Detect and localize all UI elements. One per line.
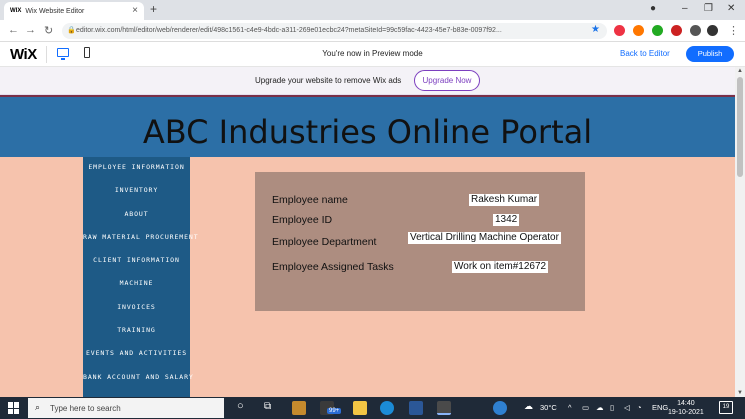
page-scrollbar[interactable]: ▲ ▼ [735, 67, 745, 397]
upgrade-now-button[interactable]: Upgrade Now [414, 70, 480, 91]
site-menu: EMPLOYEE INFORMATION INVENTORY ABOUT RAW… [83, 157, 198, 397]
volume-icon[interactable]: ◁ [624, 403, 630, 412]
reload-icon[interactable]: ↻ [44, 24, 53, 37]
close-tab-icon[interactable]: × [132, 5, 138, 16]
browser-tab[interactable]: WIX Wix Website Editor × [4, 2, 144, 20]
search-icon: ⌕ [35, 402, 41, 412]
menu-item-about[interactable]: ABOUT [83, 210, 190, 218]
extension-icon[interactable] [633, 25, 644, 36]
employee-tasks-value: Work on item#12672 [452, 261, 549, 273]
tab-title: Wix Website Editor [25, 7, 85, 15]
action-center-icon[interactable]: 19 [719, 401, 733, 414]
back-to-editor-link[interactable]: Back to Editor [620, 49, 670, 58]
scrollbar-thumb[interactable] [737, 77, 743, 177]
menu-item-events-and-activities[interactable]: EVENTS AND ACTIVITIES [83, 349, 190, 357]
search-placeholder: Type here to search [50, 404, 121, 413]
wix-editor-bar: WiX You're now in Preview mode Back to E… [0, 42, 745, 67]
upgrade-text: Upgrade your website to remove Wix ads [255, 76, 402, 85]
maximize-icon[interactable]: ❐ [704, 3, 713, 14]
lock-icon: 🔒 [67, 27, 76, 34]
puzzle-icon[interactable] [690, 25, 701, 36]
upgrade-banner: Upgrade your website to remove Wix ads U… [0, 67, 735, 95]
store-icon[interactable] [292, 401, 306, 415]
taskbar-search-input[interactable]: ⌕ Type here to search [28, 398, 224, 418]
battery-icon[interactable]: ▯ [610, 403, 614, 412]
cortana-icon[interactable]: ○ [237, 400, 244, 412]
employee-name-label: Employee name [272, 194, 348, 206]
extension-icon[interactable] [671, 25, 682, 36]
clock-date: 19-10-2021 [668, 409, 704, 416]
back-arrow-icon[interactable]: ← [8, 24, 19, 36]
word-icon[interactable] [409, 401, 423, 415]
employee-department-label: Employee Department [272, 236, 377, 248]
scroll-down-icon[interactable]: ▼ [737, 390, 743, 396]
minimize-icon[interactable]: – [682, 3, 688, 14]
menu-item-inventory[interactable]: INVENTORY [83, 186, 190, 194]
extension-icon[interactable] [652, 25, 663, 36]
close-window-icon[interactable]: ✕ [727, 3, 735, 14]
avatar[interactable] [707, 25, 718, 36]
menu-item-invoices[interactable]: INVOICES [83, 303, 190, 311]
menu-item-employee-information[interactable]: EMPLOYEE INFORMATION [83, 163, 190, 171]
page-title: ABC Industries Online Portal [142, 113, 593, 151]
menu-item-raw-material-procurement[interactable]: RAW MATERIAL PROCUREMENT [83, 233, 198, 241]
weather-cloud-icon: ☁ [524, 401, 533, 411]
temperature: 30°C [540, 403, 557, 412]
publish-button[interactable]: Publish [686, 46, 734, 62]
forward-arrow-icon[interactable]: → [25, 24, 36, 36]
employee-id-value: 1342 [493, 214, 520, 226]
url-input[interactable]: 🔒 editor.wix.com/html/editor/web/rendere… [62, 23, 607, 39]
browser-tab-bar: WIX Wix Website Editor × + ● – ❐ ✕ [0, 0, 745, 20]
menu-item-bank-account-and-salary[interactable]: BANK ACCOUNT AND SALARY [83, 373, 193, 381]
scroll-up-icon[interactable]: ▲ [737, 68, 743, 74]
profile-dot-icon[interactable]: ● [650, 3, 656, 14]
employee-card: Employee name Rakesh Kumar Employee ID 1… [255, 172, 585, 311]
address-bar: ← → ↻ 🔒 editor.wix.com/html/editor/web/r… [0, 20, 745, 42]
notification-badge: 99+ [327, 408, 342, 414]
wifi-icon[interactable]: ◔ [637, 403, 642, 412]
windows-taskbar: ⌕ Type here to search ○ ⧉ 99+ ☁ 30°C ^ ▭… [0, 397, 745, 419]
file-explorer-icon[interactable] [353, 401, 367, 415]
bookmark-star-icon[interactable]: ★ [591, 24, 600, 35]
site-canvas: ABC Industries Online Portal EMPLOYEE IN… [0, 95, 735, 397]
onedrive-icon[interactable]: ☁ [596, 403, 604, 412]
url-text: editor.wix.com/html/editor/web/renderer/… [76, 27, 502, 34]
edge-icon[interactable] [380, 401, 394, 415]
menu-item-training[interactable]: TRAINING [83, 326, 190, 334]
clock-time: 14:40 [677, 400, 695, 407]
employee-id-label: Employee ID [272, 214, 333, 226]
menu-item-machine[interactable]: MACHINE [83, 279, 190, 287]
employee-department-value: Vertical Drilling Machine Operator [408, 232, 561, 244]
employee-tasks-label: Employee Assigned Tasks [272, 261, 394, 273]
employee-name-value: Rakesh Kumar [469, 194, 540, 206]
task-view-icon[interactable]: ⧉ [264, 401, 271, 412]
extension-icon[interactable] [614, 25, 625, 36]
menu-dots-icon[interactable]: ⋮ [728, 24, 739, 37]
menu-item-client-information[interactable]: CLIENT INFORMATION [83, 256, 190, 264]
wix-favicon-icon: WIX [10, 8, 22, 14]
chrome-icon[interactable] [437, 401, 451, 415]
language-indicator[interactable]: ENG [652, 403, 668, 412]
windows-start-icon[interactable] [8, 402, 20, 414]
tray-chevron-icon[interactable]: ^ [568, 403, 572, 412]
new-tab-icon[interactable]: + [150, 2, 157, 16]
network-icon[interactable]: ▭ [582, 403, 589, 412]
taskbar-clock[interactable]: 14:40 19-10-2021 [668, 399, 704, 417]
site-header: ABC Industries Online Portal [0, 95, 735, 157]
help-icon[interactable] [493, 401, 507, 415]
